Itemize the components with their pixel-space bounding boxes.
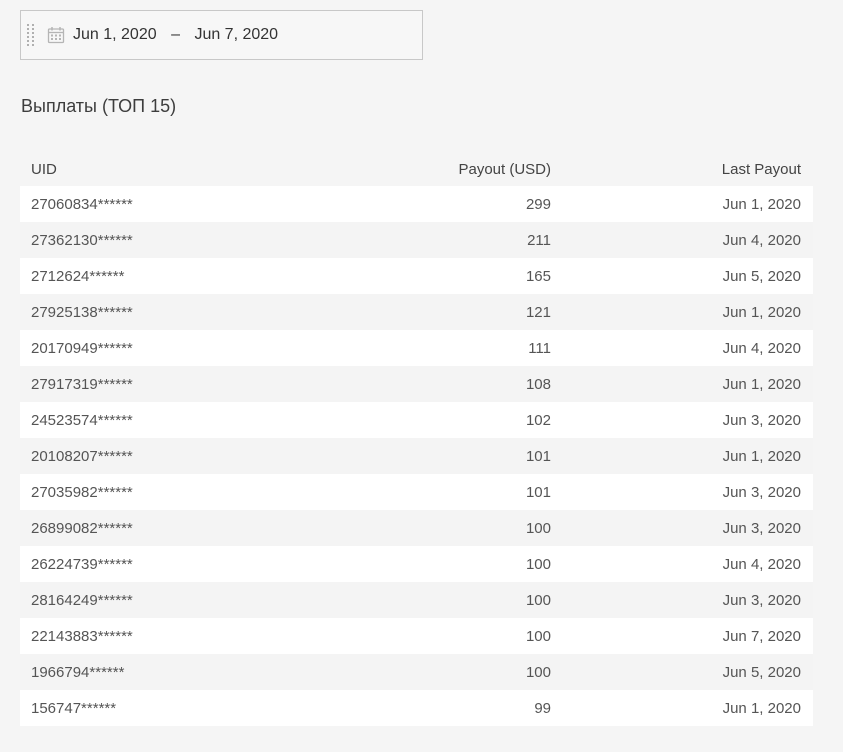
table-row: 27362130****** 211 Jun 4, 2020 bbox=[20, 222, 813, 258]
table-row: 27917319****** 108 Jun 1, 2020 bbox=[20, 366, 813, 402]
uid-cell: 22143883****** bbox=[31, 627, 133, 645]
payout-cell: 100 bbox=[525, 555, 551, 573]
uid-cell: 20108207****** bbox=[31, 447, 133, 465]
uid-cell: 27362130****** bbox=[31, 231, 133, 249]
uid-cell: 27917319****** bbox=[31, 375, 133, 393]
last-payout-cell: Jun 1, 2020 bbox=[722, 699, 801, 717]
uid-cell: 26224739****** bbox=[31, 555, 133, 573]
column-header-payout[interactable]: Payout (USD) bbox=[320, 161, 551, 178]
payout-cell: 100 bbox=[525, 519, 551, 537]
last-payout-cell: Jun 5, 2020 bbox=[722, 267, 801, 285]
last-payout-cell: Jun 3, 2020 bbox=[722, 483, 801, 501]
uid-cell: 2712624****** bbox=[31, 267, 125, 285]
uid-cell: 26899082****** bbox=[31, 519, 133, 537]
last-payout-cell: Jun 1, 2020 bbox=[722, 195, 801, 213]
table-row: 24523574****** 102 Jun 3, 2020 bbox=[20, 402, 813, 438]
payout-cell: 99 bbox=[534, 699, 551, 717]
last-payout-cell: Jun 1, 2020 bbox=[722, 303, 801, 321]
payout-cell: 101 bbox=[525, 483, 551, 501]
uid-cell: 1966794****** bbox=[31, 663, 125, 681]
last-payout-cell: Jun 3, 2020 bbox=[722, 591, 801, 609]
table-row: 156747****** 99 Jun 1, 2020 bbox=[20, 690, 813, 726]
last-payout-cell: Jun 7, 2020 bbox=[722, 627, 801, 645]
last-payout-cell: Jun 1, 2020 bbox=[722, 447, 801, 465]
table-row: 28164249****** 100 Jun 3, 2020 bbox=[20, 582, 813, 618]
payout-cell: 100 bbox=[525, 663, 551, 681]
payout-cell: 100 bbox=[525, 591, 551, 609]
date-range-picker[interactable]: Jun 1, 2020 – Jun 7, 2020 bbox=[20, 10, 423, 60]
page-title: Выплаты (ТОП 15) bbox=[21, 96, 177, 116]
date-start: Jun 1, 2020 bbox=[73, 26, 157, 43]
table-row: 27035982****** 101 Jun 3, 2020 bbox=[20, 474, 813, 510]
table-row: 26899082****** 100 Jun 3, 2020 bbox=[20, 510, 813, 546]
drag-handle-icon[interactable] bbox=[27, 21, 35, 49]
last-payout-cell: Jun 4, 2020 bbox=[722, 231, 801, 249]
last-payout-cell: Jun 4, 2020 bbox=[722, 339, 801, 357]
table-row: 2712624****** 165 Jun 5, 2020 bbox=[20, 258, 813, 294]
uid-cell: 27060834****** bbox=[31, 195, 133, 213]
table-row: 20170949****** 111 Jun 4, 2020 bbox=[20, 330, 813, 366]
uid-cell: 156747****** bbox=[31, 699, 117, 717]
payout-cell: 102 bbox=[525, 411, 551, 429]
uid-cell: 28164249****** bbox=[31, 591, 133, 609]
payout-cell: 211 bbox=[527, 231, 551, 249]
date-range-text[interactable]: Jun 1, 2020 – Jun 7, 2020 bbox=[73, 26, 278, 44]
table-row: 27925138****** 121 Jun 1, 2020 bbox=[20, 294, 813, 330]
last-payout-cell: Jun 3, 2020 bbox=[722, 519, 801, 537]
payout-cell: 100 bbox=[525, 627, 551, 645]
payout-cell: 108 bbox=[525, 375, 551, 393]
table-row: 1966794****** 100 Jun 5, 2020 bbox=[20, 654, 813, 690]
last-payout-cell: Jun 4, 2020 bbox=[722, 555, 801, 573]
last-payout-cell: Jun 5, 2020 bbox=[722, 663, 801, 681]
date-end: Jun 7, 2020 bbox=[194, 26, 279, 43]
calendar-icon bbox=[47, 26, 65, 44]
payout-cell: 101 bbox=[525, 447, 551, 465]
table-row: 26224739****** 100 Jun 4, 2020 bbox=[20, 546, 813, 582]
payout-cell: 299 bbox=[525, 195, 551, 213]
last-payout-cell: Jun 3, 2020 bbox=[722, 411, 801, 429]
table-row: 27060834****** 299 Jun 1, 2020 bbox=[20, 186, 813, 222]
column-header-uid[interactable]: UID bbox=[20, 161, 320, 178]
last-payout-cell: Jun 1, 2020 bbox=[722, 375, 801, 393]
payout-cell: 121 bbox=[525, 303, 551, 321]
uid-cell: 27035982****** bbox=[31, 483, 133, 501]
table-header: UID Payout (USD) Last Payout bbox=[20, 152, 813, 186]
uid-cell: 27925138****** bbox=[31, 303, 133, 321]
payouts-table: UID Payout (USD) Last Payout 27060834***… bbox=[20, 152, 813, 726]
uid-cell: 20170949****** bbox=[31, 339, 133, 357]
table-row: 22143883****** 100 Jun 7, 2020 bbox=[20, 618, 813, 654]
table-row: 20108207****** 101 Jun 1, 2020 bbox=[20, 438, 813, 474]
uid-cell: 24523574****** bbox=[31, 411, 133, 429]
date-separator: – bbox=[171, 26, 180, 43]
table-body: 27060834****** 299 Jun 1, 2020 27362130****… bbox=[20, 186, 813, 726]
column-header-last-payout[interactable]: Last Payout bbox=[551, 161, 813, 178]
payout-cell: 165 bbox=[525, 267, 551, 285]
payout-cell: 111 bbox=[528, 339, 551, 357]
